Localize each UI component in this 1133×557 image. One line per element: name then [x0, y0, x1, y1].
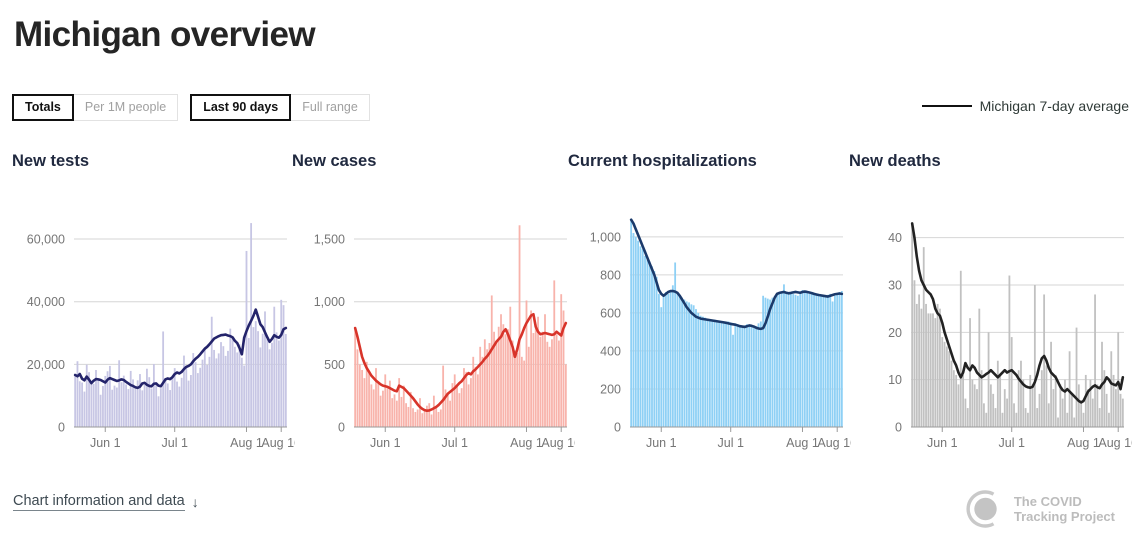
svg-text:Aug 1: Aug 1	[1067, 436, 1100, 450]
chart-title: New tests	[12, 152, 90, 170]
page-title: Michigan overview	[14, 15, 316, 54]
svg-text:600: 600	[600, 306, 621, 320]
svg-text:Aug 16: Aug 16	[817, 436, 851, 450]
michigan-overview-page: Michigan overview Totals Per 1M people L…	[0, 0, 1133, 557]
svg-text:1,000: 1,000	[314, 295, 345, 309]
svg-text:Aug 1: Aug 1	[230, 436, 263, 450]
brand-text: The COVID Tracking Project	[1014, 494, 1115, 525]
svg-text:20,000: 20,000	[27, 358, 65, 372]
svg-text:0: 0	[338, 421, 345, 435]
svg-text:40: 40	[888, 231, 902, 245]
svg-text:0: 0	[895, 421, 902, 435]
covid-tracking-project-logo: The COVID Tracking Project	[963, 488, 1115, 530]
svg-text:Aug 16: Aug 16	[261, 436, 295, 450]
svg-text:500: 500	[324, 358, 345, 372]
svg-text:Jul 1: Jul 1	[718, 436, 744, 450]
svg-text:800: 800	[600, 268, 621, 282]
brand-mark-icon	[963, 488, 1005, 530]
chart-information-and-data-link[interactable]: Chart information and data ↓	[13, 493, 199, 511]
chart-title: New cases	[292, 152, 377, 170]
legend-line-swatch	[921, 105, 972, 107]
range-toggle-group: Last 90 days Full range	[190, 94, 370, 121]
chart-panel-new-deaths: New deaths 0 10 20 30 40 Jun 1 Jul 1 Aug 1 Aug 1…	[849, 145, 1132, 475]
svg-text:400: 400	[600, 344, 621, 358]
toggle-totals[interactable]: Totals	[12, 94, 74, 121]
download-arrow-icon: ↓	[191, 494, 199, 510]
svg-text:200: 200	[600, 382, 621, 396]
svg-text:Jun 1: Jun 1	[646, 436, 677, 450]
svg-text:Jul 1: Jul 1	[999, 436, 1025, 450]
chart-plot-new-deaths[interactable]: 0 10 20 30 40 Jun 1 Jul 1 Aug 1Aug 16	[849, 200, 1132, 465]
svg-text:Jun 1: Jun 1	[90, 436, 121, 450]
chart-title: Current hospitalizations	[568, 152, 757, 170]
svg-text:Jun 1: Jun 1	[927, 436, 958, 450]
toggle-controls: Totals Per 1M people Last 90 days Full r…	[12, 94, 370, 121]
chart-plot-new-tests[interactable]: 0 20,000 40,000 60,000 Jun 1 Jul 1 Aug 1Aug 16	[12, 200, 295, 465]
chart-plot-new-cases[interactable]: 05001,0001,500Jun 1Jul 1Aug 1Aug 16	[292, 200, 575, 465]
svg-text:Aug 16: Aug 16	[1098, 436, 1132, 450]
chart-panel-new-cases: New cases 0 500 1,000 1,500 Jun 1 Jul 1 Aug 1A…	[292, 145, 575, 475]
charts-container: New tests 0 20,000 40,000 60,000 Jun 1 Jul 1 A…	[0, 145, 1133, 475]
svg-text:Aug 1: Aug 1	[786, 436, 819, 450]
svg-text:0: 0	[614, 421, 621, 435]
brand-line-2: Tracking Project	[1013, 509, 1115, 524]
metric-toggle-group: Totals Per 1M people	[12, 94, 179, 121]
chart-plot-current-hospitalizations[interactable]: 0 200 400 600 800 1,000 Jun 1 Jul 1 Aug 1Aug 16	[568, 200, 851, 465]
toggle-last-90-days[interactable]: Last 90 days	[190, 94, 292, 121]
chart-panel-new-tests: New tests 0 20,000 40,000 60,000 Jun 1 Jul 1 A…	[12, 145, 295, 475]
svg-text:20: 20	[888, 326, 902, 340]
footer-link-label: Chart information and data	[13, 493, 185, 511]
toggle-per-1m-people[interactable]: Per 1M people	[73, 94, 179, 121]
svg-text:1,500: 1,500	[314, 233, 345, 247]
brand-line-1: The COVID	[1013, 493, 1082, 509]
svg-text:60,000: 60,000	[27, 233, 65, 247]
svg-text:0: 0	[58, 421, 65, 435]
chart-panel-current-hospitalizations: Current hospitalizations 0 200 400 600 800 1,…	[568, 145, 851, 475]
svg-text:Jul 1: Jul 1	[162, 436, 188, 450]
chart-title: New deaths	[849, 152, 941, 170]
svg-text:Jun 1: Jun 1	[370, 436, 401, 450]
toggle-full-range[interactable]: Full range	[291, 94, 370, 121]
svg-text:30: 30	[888, 279, 902, 293]
svg-text:Aug 1: Aug 1	[510, 436, 543, 450]
legend-label: Michigan 7-day average	[979, 98, 1129, 114]
svg-text:1,000: 1,000	[590, 230, 621, 244]
chart-legend: Michigan 7-day average	[921, 98, 1129, 114]
svg-text:Jul 1: Jul 1	[442, 436, 468, 450]
svg-text:40,000: 40,000	[27, 295, 65, 309]
svg-text:10: 10	[888, 373, 902, 387]
